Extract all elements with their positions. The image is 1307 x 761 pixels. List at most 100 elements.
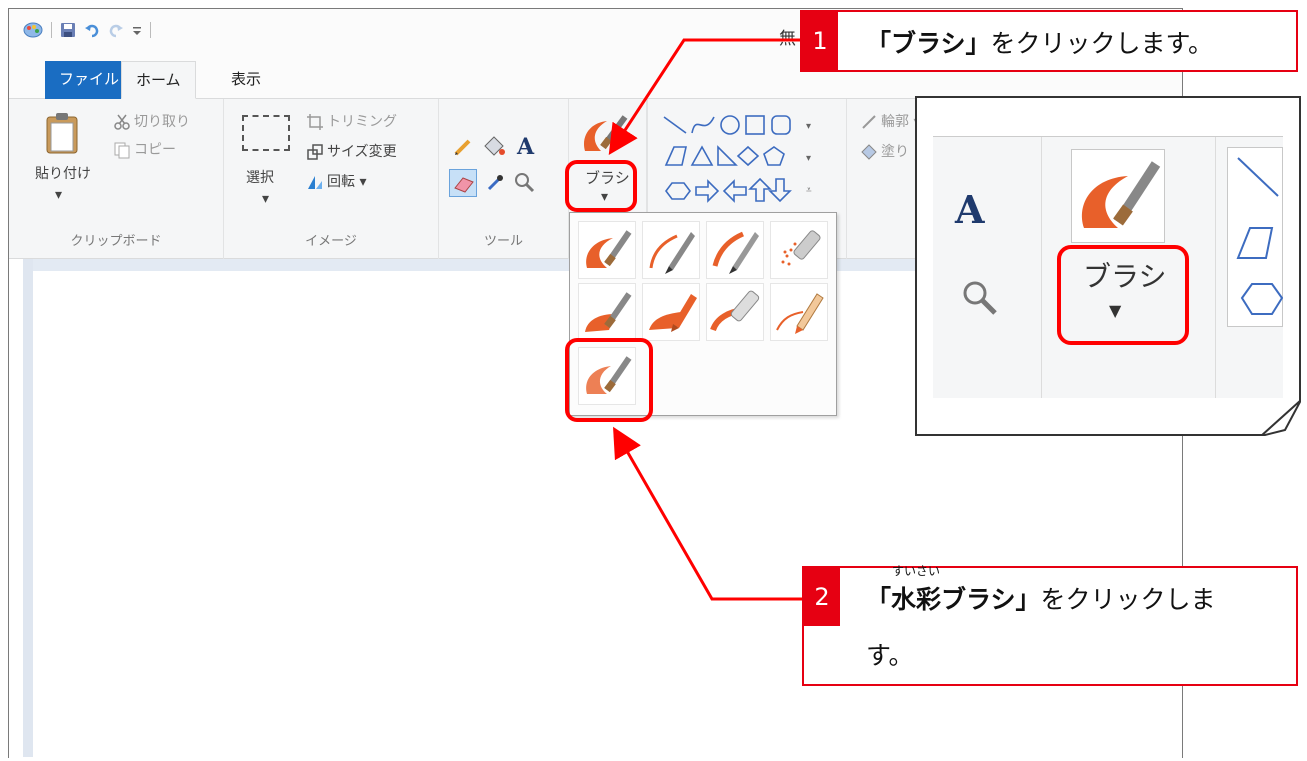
eraser-button[interactable]	[449, 169, 477, 197]
shapes-icons	[1236, 157, 1283, 315]
select-icon[interactable]	[242, 115, 290, 151]
tutorial-stage: 無 ファイル ホーム 表示 貼り付け ▾ 切り取り コピー クリップボード 選択…	[0, 0, 1307, 761]
calligraphy-pen-icon	[712, 231, 759, 274]
select-dropdown-arrow[interactable]: ▾	[262, 191, 269, 207]
fill-shape-label: 塗り	[881, 144, 909, 160]
zoom-inset-content: A ブラシ ▼	[933, 136, 1283, 398]
save-icon[interactable]	[60, 22, 76, 38]
brush-option-crayon[interactable]	[642, 283, 700, 341]
magnifier-icon[interactable]	[513, 171, 535, 193]
crop-icon	[307, 114, 323, 130]
tools-group: A ツール	[439, 99, 569, 259]
copy-button[interactable]: コピー	[113, 139, 176, 159]
paint-app-icon[interactable]	[23, 21, 43, 39]
pencil-icon	[776, 293, 824, 334]
brush-option-brush[interactable]	[578, 221, 636, 279]
tab-file[interactable]: ファイル	[45, 61, 134, 99]
step1-body-text: をクリックします。	[990, 29, 1214, 58]
step2-ruby: すいさい	[892, 564, 941, 578]
paste-button[interactable]: 貼り付け	[35, 163, 91, 183]
undo-icon[interactable]	[84, 22, 100, 38]
zoom-divider	[1215, 137, 1216, 398]
brush-option-calligraphy1[interactable]	[642, 221, 700, 279]
resize-button[interactable]: サイズ変更	[306, 141, 397, 161]
zoom-shapes-box	[1227, 147, 1283, 327]
shapes-gallery[interactable]: ▾ ▾ ⩡	[660, 111, 840, 207]
brush-icon[interactable]	[579, 111, 629, 157]
brush-option-airbrush[interactable]	[770, 221, 828, 279]
page-curl	[1261, 400, 1301, 436]
zoom-brush-highlight	[1057, 245, 1189, 345]
image-group: 選択 ▾ トリミング サイズ変更 回転 ▾ イメージ	[224, 99, 439, 259]
zoom-brush-icon-box	[1071, 149, 1165, 243]
resize-label: サイズ変更	[327, 144, 397, 160]
brush-option-natural-pencil[interactable]	[770, 283, 828, 341]
qat-separator	[150, 22, 151, 38]
fill-shape-button[interactable]: 塗り	[860, 141, 909, 161]
brush-button-highlight	[565, 160, 637, 212]
step1-text: 「ブラシ」をクリックします。	[866, 24, 1213, 60]
airbrush-icon	[781, 230, 821, 266]
marker-icon	[710, 290, 760, 332]
color-picker-icon[interactable]	[485, 173, 505, 193]
brush-option-marker[interactable]	[706, 283, 764, 341]
crop-label: トリミング	[327, 114, 397, 130]
tab-view[interactable]: 表示	[217, 61, 275, 99]
text-icon: A	[954, 187, 985, 229]
paste-dropdown-arrow[interactable]: ▾	[55, 187, 62, 203]
rotate-label: 回転	[327, 174, 355, 190]
crayon-icon	[649, 294, 697, 332]
pencil-icon[interactable]	[453, 137, 473, 157]
text-icon[interactable]: A	[515, 133, 537, 157]
resize-icon	[307, 144, 323, 160]
clipboard-group-label: クリップボード	[70, 234, 162, 249]
step2-text-line2: す。	[866, 641, 914, 670]
scissors-icon	[114, 114, 130, 130]
canvas-left-border	[23, 259, 33, 757]
brush-option-calligraphy2[interactable]	[706, 221, 764, 279]
svg-text:▾: ▾	[806, 121, 811, 132]
svg-text:A: A	[516, 134, 535, 157]
outline-button[interactable]: 輪郭 ▾	[860, 111, 920, 131]
brush-icon	[586, 230, 632, 268]
step1-callout: 1 「ブラシ」をクリックします。	[800, 10, 1298, 72]
tools-group-label: ツール	[483, 234, 523, 249]
select-button[interactable]: 選択	[246, 167, 274, 187]
step1-bold-text: 「ブラシ」	[866, 29, 991, 58]
tab-home[interactable]: ホーム	[121, 61, 196, 99]
zoom-inset: A ブラシ ▼	[915, 96, 1301, 436]
svg-text:▾: ▾	[806, 153, 811, 164]
fill-icon[interactable]	[483, 135, 505, 157]
rotate-icon	[308, 176, 322, 189]
copy-icon	[114, 142, 130, 159]
step2-body-text: をクリックしま	[1040, 585, 1216, 614]
step2-number: 2	[804, 568, 840, 626]
oil-brush-icon	[585, 292, 632, 332]
step1-number: 1	[802, 12, 838, 70]
brush-icon	[1081, 161, 1161, 228]
magnifier-icon	[963, 281, 997, 315]
step2-callout: 2 すいさい 「水彩ブラシ」をクリックしま す。	[802, 564, 1298, 686]
cut-button[interactable]: 切り取り	[113, 111, 190, 131]
svg-text:A: A	[954, 187, 985, 229]
redo-icon[interactable]	[108, 22, 124, 38]
step2-text-line1: 「水彩ブラシ」をクリックしま	[866, 580, 1216, 616]
rotate-button[interactable]: 回転 ▾	[306, 171, 366, 191]
qat-separator	[51, 22, 52, 38]
copy-label: コピー	[134, 142, 176, 158]
fill-shape-icon	[861, 144, 877, 160]
cut-label: 切り取り	[134, 114, 190, 130]
step2-bold-text: 「水彩ブラシ」	[866, 585, 1041, 614]
crop-button[interactable]: トリミング	[306, 111, 397, 131]
eraser-icon	[454, 177, 474, 193]
svg-text:⩡: ⩡	[806, 185, 812, 196]
quick-access-toolbar	[23, 21, 151, 39]
customize-qat-icon[interactable]	[132, 24, 142, 36]
calligraphy-pen-icon	[649, 232, 695, 274]
image-group-label: イメージ	[305, 234, 357, 249]
watercolor-brush-highlight	[565, 338, 653, 422]
zoom-divider	[1041, 137, 1042, 398]
paste-icon[interactable]	[45, 111, 79, 155]
outline-icon	[862, 115, 876, 129]
brush-option-oil[interactable]	[578, 283, 636, 341]
